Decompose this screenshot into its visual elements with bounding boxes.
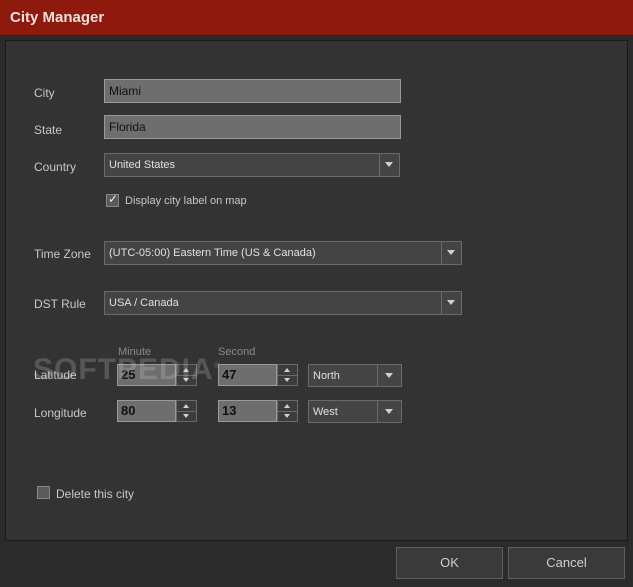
longitude-second-spin — [277, 400, 298, 422]
longitude-direction-dropdown[interactable] — [377, 401, 401, 422]
ok-button[interactable]: OK — [396, 547, 503, 579]
dst-dropdown-button[interactable] — [441, 292, 461, 314]
title-bar: City Manager — [0, 0, 633, 36]
second-header: Second — [218, 346, 256, 358]
window-title: City Manager — [10, 9, 105, 26]
arrow-down-icon — [183, 414, 189, 418]
decrement-button[interactable] — [177, 411, 196, 421]
softpedia-watermark: SOFTPEDIA® — [33, 353, 221, 387]
longitude-second-stepper[interactable]: 13 — [218, 400, 298, 422]
dst-label: DST Rule — [34, 297, 86, 311]
city-input[interactable]: Miami — [104, 79, 401, 103]
state-input[interactable]: Florida — [104, 115, 401, 139]
decrement-button[interactable] — [278, 411, 297, 421]
timezone-dropdown-button[interactable] — [441, 242, 461, 264]
dst-value: USA / Canada — [109, 297, 179, 309]
latitude-direction-dropdown[interactable] — [377, 365, 401, 386]
longitude-direction-select[interactable]: West — [308, 400, 402, 423]
timezone-select[interactable]: (UTC-05:00) Eastern Time (US & Canada) — [104, 241, 462, 265]
latitude-second-stepper[interactable]: 47 — [218, 364, 298, 386]
latitude-second-field[interactable]: 47 — [218, 364, 277, 386]
latitude-direction-value: North — [313, 370, 340, 382]
timezone-value: (UTC-05:00) Eastern Time (US & Canada) — [109, 247, 316, 259]
chevron-down-icon — [385, 409, 393, 414]
timezone-label: Time Zone — [34, 247, 91, 261]
city-label: City — [34, 86, 55, 100]
arrow-up-icon — [284, 368, 290, 372]
longitude-minute-spin — [176, 400, 197, 422]
registered-mark: ® — [213, 360, 222, 370]
country-dropdown-button[interactable] — [379, 154, 399, 176]
delete-city-text: Delete this city — [56, 487, 135, 501]
country-select[interactable]: United States — [104, 153, 400, 177]
longitude-second-field[interactable]: 13 — [218, 400, 277, 422]
cancel-button[interactable]: Cancel — [508, 547, 625, 579]
state-label: State — [34, 123, 63, 137]
arrow-down-icon — [284, 378, 290, 382]
dst-select[interactable]: USA / Canada — [104, 291, 462, 315]
longitude-label: Longitude — [34, 406, 87, 420]
chevron-down-icon — [385, 373, 393, 378]
button-bar: OK Cancel — [0, 541, 633, 587]
watermark-text: SOFTPEDIA — [33, 353, 214, 386]
chevron-down-icon — [447, 250, 455, 255]
longitude-minute-stepper[interactable]: 80 — [117, 400, 197, 422]
country-value: United States — [109, 159, 176, 171]
arrow-up-icon — [183, 404, 189, 408]
checkmark-icon: ✓ — [108, 192, 119, 206]
latitude-second-spin — [277, 364, 298, 386]
country-label: Country — [34, 160, 77, 174]
longitude-minute-field[interactable]: 80 — [117, 400, 176, 422]
latitude-direction-select[interactable]: North — [308, 364, 402, 387]
arrow-down-icon — [284, 414, 290, 418]
decrement-button[interactable] — [278, 375, 297, 385]
display-label-checkbox[interactable]: ✓ — [106, 192, 119, 207]
display-label-text: Display city label on map — [125, 195, 247, 207]
chevron-down-icon — [385, 162, 393, 167]
delete-city-checkbox[interactable] — [37, 486, 50, 499]
longitude-direction-value: West — [313, 406, 338, 418]
chevron-down-icon — [447, 300, 455, 305]
arrow-up-icon — [284, 404, 290, 408]
